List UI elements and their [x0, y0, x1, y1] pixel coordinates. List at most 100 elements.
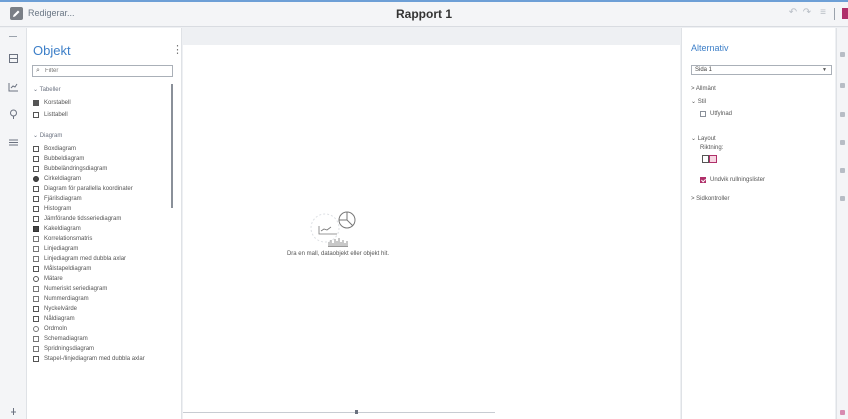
- options-panel: Alternativ Sida 1 ▼ > Allmänt ⌄ Stil Utf…: [681, 28, 835, 419]
- actions-icon[interactable]: [840, 112, 845, 117]
- pie-chart-icon: [33, 175, 39, 182]
- section-label: Allmänt: [695, 86, 716, 92]
- list-item-line-chart[interactable]: Linjediagram: [33, 244, 169, 253]
- rules-icon[interactable]: [840, 140, 845, 145]
- crosstab-icon: [33, 99, 39, 106]
- section-label: Stil: [697, 99, 707, 105]
- list-item-number-plot[interactable]: Nummerdiagram: [33, 294, 169, 303]
- list-item-label: Fjärilsdiagram: [44, 195, 82, 202]
- list-item-label: Numeriskt seriediagram: [44, 285, 108, 292]
- list-item-scatter-plot[interactable]: Spridningsdiagram: [33, 344, 169, 353]
- list-item-label: Linjediagram: [44, 245, 79, 252]
- list-item-label: Nummerdiagram: [44, 295, 89, 302]
- group-label: Diagram: [39, 133, 63, 139]
- list-item-label: Korrelationsmatris: [44, 235, 93, 242]
- report-title: Rapport 1: [395, 7, 452, 21]
- options-icon[interactable]: [840, 52, 845, 57]
- objects-menu-icon[interactable]: ⋮: [172, 43, 183, 56]
- list-item-label: Bubbeländringsdiagram: [44, 165, 108, 172]
- list-item-needle-plot[interactable]: Nåldiagram: [33, 314, 169, 323]
- butterfly-chart-icon: [33, 195, 39, 202]
- section-style[interactable]: ⌄ Stil: [691, 98, 706, 105]
- filter-field[interactable]: ⌕: [32, 65, 173, 77]
- edit-mode-button[interactable]: [10, 7, 23, 20]
- chevron-down-icon: ▼: [822, 67, 827, 73]
- filled-checkbox[interactable]: [700, 111, 706, 117]
- list-item-label: Kakeldiagram: [44, 225, 81, 232]
- search-icon: ⌕: [36, 67, 40, 74]
- list-item-box-plot[interactable]: Boxdiagram: [33, 144, 169, 153]
- right-icon-rail: [836, 28, 848, 419]
- suggestions-icon[interactable]: [8, 109, 19, 120]
- filters-icon[interactable]: [840, 168, 845, 173]
- number-plot-icon: [33, 295, 39, 302]
- list-item-histogram[interactable]: Histogram: [33, 204, 169, 213]
- list-item-comparative-time-series[interactable]: Jämförande tidsseriediagram: [33, 214, 169, 223]
- filter-input[interactable]: [45, 66, 170, 76]
- bubble-plot-icon: [33, 155, 39, 162]
- direction-vertical-button[interactable]: [709, 155, 717, 163]
- group-tables[interactable]: ⌄ Tabeller: [33, 86, 61, 93]
- report-canvas[interactable]: Dra en mall, dataobjekt eller objekt hit…: [183, 28, 680, 419]
- list-item-label: Diagram för parallella koordinater: [44, 185, 133, 192]
- list-item-label: Korstabell: [44, 99, 71, 106]
- list-item-pie-chart[interactable]: Cirkeldiagram: [33, 174, 169, 183]
- bubble-change-plot-icon: [33, 165, 39, 172]
- list-item-label: Jämförande tidsseriediagram: [44, 215, 122, 222]
- list-table-icon: [33, 111, 39, 118]
- dual-axis-line-icon: [33, 255, 39, 262]
- section-label: Sidkontroller: [696, 196, 730, 202]
- list-item-butterfly-chart[interactable]: Fjärilsdiagram: [33, 194, 169, 203]
- list-item-parallel-coordinates[interactable]: Diagram för parallella koordinater: [33, 184, 169, 193]
- section-general[interactable]: > Allmänt: [691, 86, 716, 92]
- menu-icon[interactable]: ≡: [818, 8, 828, 18]
- list-item-label: Schemadiagram: [44, 335, 88, 342]
- list-item-target-bar[interactable]: Målstapeldiagram: [33, 264, 169, 273]
- line-chart-icon: [33, 245, 39, 252]
- ranks-icon[interactable]: [840, 196, 845, 201]
- chevron-down-icon: ⌄: [691, 136, 698, 142]
- rail-collapse-icon[interactable]: [9, 36, 17, 37]
- list-item-correlation-matrix[interactable]: Korrelationsmatris: [33, 234, 169, 243]
- page-select[interactable]: Sida 1 ▼: [691, 65, 832, 75]
- list-item-key-value[interactable]: Nyckelvärde: [33, 304, 169, 313]
- list-item-heat-map[interactable]: Kakeldiagram: [33, 224, 169, 233]
- objects-scrollbar[interactable]: [171, 84, 173, 208]
- list-item-bubble-plot[interactable]: Bubbeldiagram: [33, 154, 169, 163]
- list-item-crosstab[interactable]: Korstabell: [33, 98, 169, 107]
- brand-tab-icon[interactable]: [842, 8, 848, 19]
- roles-icon[interactable]: [840, 83, 845, 88]
- numeric-series-icon: [33, 285, 39, 292]
- list-item-numeric-series[interactable]: Numeriskt seriediagram: [33, 284, 169, 293]
- direction-horizontal-button[interactable]: [702, 155, 709, 163]
- list-item-dual-axis-bar-line[interactable]: Stapel-/linjediagram med dubbla axlar: [33, 354, 169, 363]
- list-item-schedule-chart[interactable]: Schemadiagram: [33, 334, 169, 343]
- rail-bottom-icon[interactable]: [8, 406, 19, 417]
- chevron-down-icon: ⌄: [33, 87, 40, 93]
- undo-icon[interactable]: ↶: [788, 8, 798, 18]
- chevron-down-icon: ⌄: [33, 133, 40, 139]
- data-icon[interactable]: [8, 53, 19, 64]
- list-item-label: Nåldiagram: [44, 315, 75, 322]
- redo-icon[interactable]: ↷: [802, 8, 812, 18]
- pencil-icon: [13, 10, 20, 17]
- section-layout[interactable]: ⌄ Layout: [691, 135, 716, 142]
- chevron-down-icon: ⌄: [691, 99, 698, 105]
- list-item-label: Spridningsdiagram: [44, 345, 95, 352]
- section-page-controls[interactable]: > Sidkontroller: [691, 196, 730, 202]
- avoid-scrollbars-checkbox[interactable]: [700, 177, 706, 183]
- page-tabs-bar: [183, 412, 495, 413]
- outline-icon[interactable]: [8, 137, 19, 148]
- rail-bottom-brand-icon[interactable]: [840, 410, 845, 415]
- list-item-word-cloud[interactable]: Ordmoln: [33, 324, 169, 333]
- key-value-icon: [33, 305, 39, 312]
- list-item-dual-axis-line[interactable]: Linjediagram med dubbla axlar: [33, 254, 169, 263]
- list-item-bubble-change-plot[interactable]: Bubbeländringsdiagram: [33, 164, 169, 173]
- list-item-list-table[interactable]: Listtabell: [33, 110, 169, 119]
- group-charts[interactable]: ⌄ Diagram: [33, 132, 62, 139]
- gauge-icon: [33, 275, 39, 282]
- page-tab-handle[interactable]: [355, 410, 358, 414]
- objects-icon[interactable]: [8, 81, 19, 92]
- filled-label: Utfylnad: [710, 111, 733, 117]
- list-item-gauge[interactable]: Mätare: [33, 274, 169, 283]
